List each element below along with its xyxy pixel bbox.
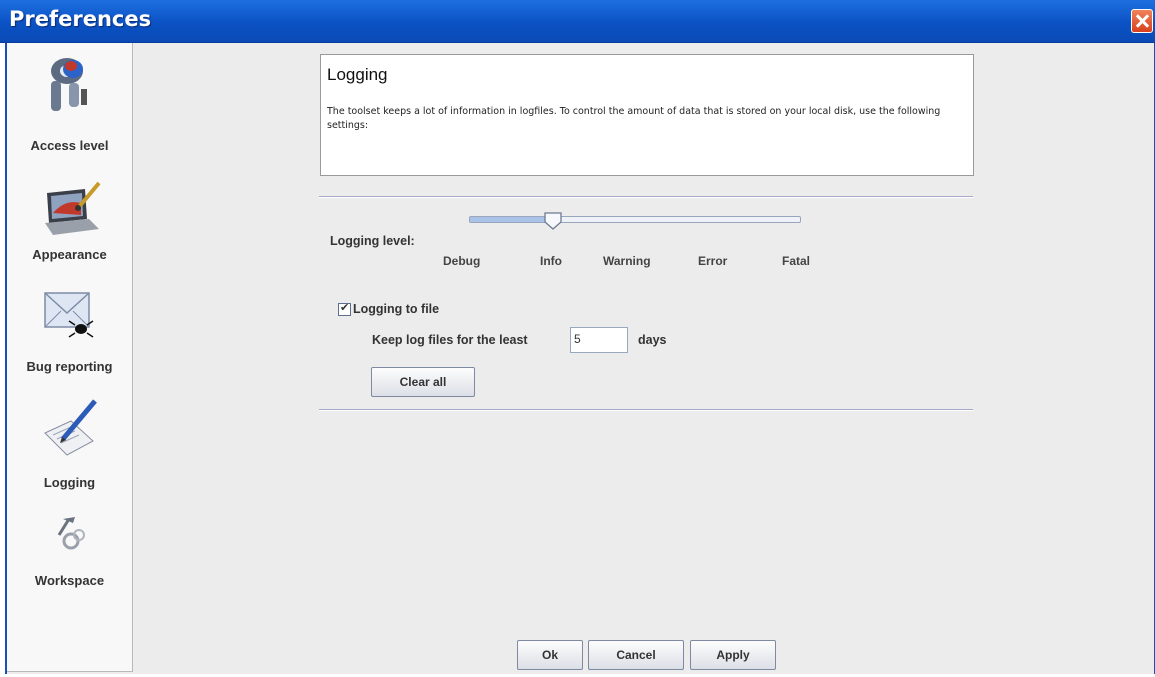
slider-tick-label: Warning — [603, 254, 651, 268]
sidebar-item-label: Access level — [30, 138, 109, 153]
days-unit-label: days — [638, 333, 667, 347]
slider-tick-label: Fatal — [782, 254, 811, 268]
divider — [319, 196, 973, 198]
preferences-window: Preferences Access level Appearance Bug … — [0, 0, 1155, 677]
sidebar-item-logging[interactable]: Logging — [7, 393, 132, 503]
content-area: Access level Appearance Bug reporting Lo… — [5, 43, 1155, 674]
close-button[interactable] — [1131, 9, 1153, 33]
sidebar-item-bug-reporting[interactable]: Bug reporting — [7, 279, 132, 389]
logging-to-file-checkbox[interactable] — [338, 301, 351, 316]
sidebar-item-label: Workspace — [34, 573, 105, 588]
clear-all-button[interactable]: Clear all — [371, 367, 475, 397]
sidebar-item-label: Logging — [43, 475, 96, 490]
page-title: Logging — [327, 65, 388, 84]
keys-icon — [51, 58, 87, 111]
tools-gear-icon — [57, 517, 85, 550]
divider — [319, 409, 973, 411]
cancel-button[interactable]: Cancel — [588, 640, 684, 670]
sidebar-item-label: Appearance — [32, 247, 107, 262]
description-panel: Logging The toolset keeps a lot of infor… — [320, 54, 974, 176]
slider-tick-label: Info — [540, 254, 562, 268]
envelope-bug-icon — [44, 292, 94, 338]
window-title: Preferences — [9, 7, 152, 31]
sidebar: Access level Appearance Bug reporting Lo… — [7, 43, 133, 672]
logging-to-file-label[interactable]: Logging to file — [353, 302, 439, 316]
title-bar[interactable]: Preferences — [0, 0, 1155, 43]
sidebar-item-appearance[interactable]: Appearance — [7, 175, 132, 285]
page-description: The toolset keeps a lot of information i… — [327, 106, 941, 131]
keep-log-files-label: Keep log files for the least — [372, 333, 528, 347]
sidebar-item-label: Bug reporting — [26, 359, 113, 374]
sidebar-item-access-level[interactable]: Access level — [7, 49, 132, 159]
laptop-paint-icon — [45, 181, 101, 235]
ok-button[interactable]: Ok — [517, 640, 583, 670]
slider-tick-label: Debug — [443, 254, 481, 268]
days-input[interactable]: 5 — [570, 327, 628, 353]
logging-level-slider[interactable] — [469, 216, 801, 223]
slider-tick-label: Error — [698, 254, 728, 268]
sidebar-item-workspace[interactable]: Workspace — [7, 511, 132, 621]
apply-button[interactable]: Apply — [690, 640, 776, 670]
notepad-pencil-icon — [44, 399, 97, 456]
logging-level-label: Logging level: — [330, 234, 415, 248]
slider-thumb[interactable] — [543, 211, 563, 231]
